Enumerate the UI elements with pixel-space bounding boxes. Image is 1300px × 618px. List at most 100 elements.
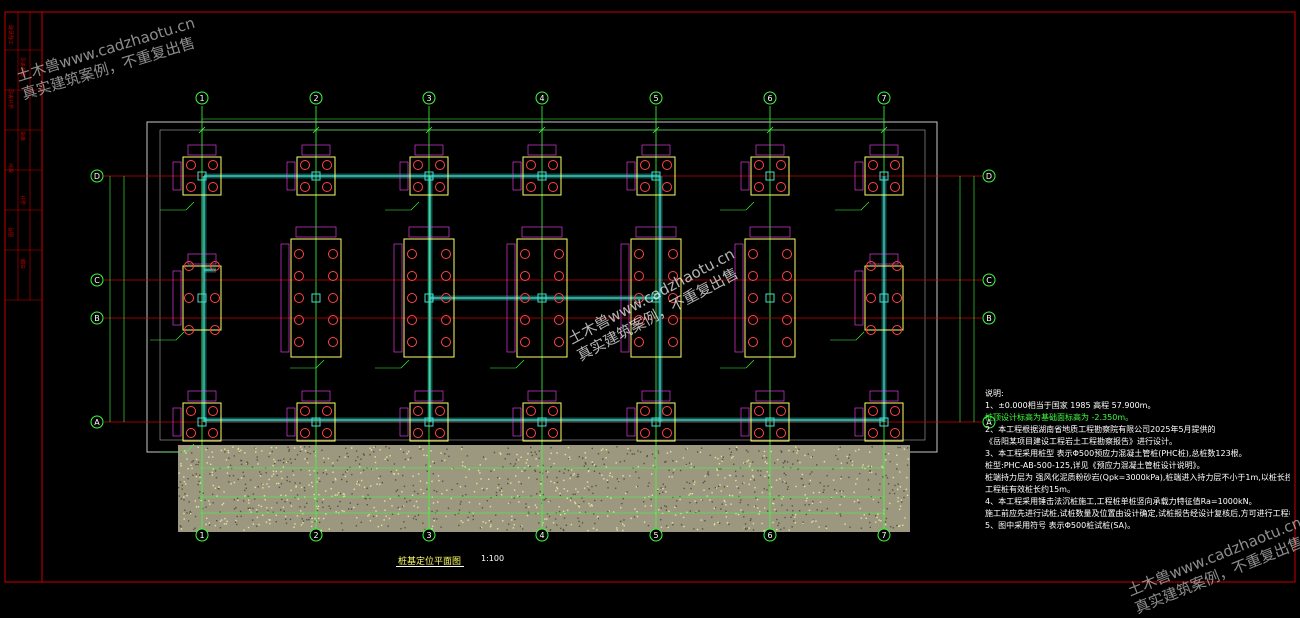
hatch-dot: [215, 519, 218, 522]
pile-marker: [407, 337, 417, 347]
hatch-dot: [417, 473, 420, 475]
hatch-dot: [566, 490, 569, 492]
hatch-dot: [317, 508, 319, 510]
hatch-dot: [848, 476, 850, 479]
pile-marker: [294, 249, 304, 259]
hatch-dot: [466, 455, 469, 457]
hatch-dot: [539, 490, 541, 493]
hatch-dot: [811, 521, 813, 523]
notes-line: 5、图中采用符号 表示Φ500桩试桩(SA)。: [985, 521, 1136, 530]
grid-bubble-label: 1: [199, 94, 204, 103]
notes-line: 工程桩有效桩长约15m。: [985, 485, 1075, 494]
hatch-dot: [223, 448, 226, 450]
hatch-dot: [260, 505, 263, 508]
hatch-dot: [433, 462, 436, 464]
hatch-dot: [228, 475, 231, 477]
hatch-dot: [788, 529, 790, 531]
hatch-dot: [346, 480, 348, 483]
hatch-dot: [345, 447, 347, 450]
hatch-dot: [733, 463, 735, 465]
hatch-dot: [784, 516, 786, 519]
hatch-dot: [877, 501, 880, 504]
hatch-dot: [212, 468, 214, 470]
hatch-dot: [798, 510, 801, 512]
hatch-dot: [602, 458, 604, 460]
hatch-dot: [899, 471, 901, 473]
hatch-dot: [288, 450, 290, 452]
hatch-dot: [224, 451, 226, 453]
hatch-dot: [823, 489, 825, 491]
hatch-dot: [369, 519, 372, 522]
hatch-dot: [257, 463, 259, 465]
hatch-dot: [249, 509, 251, 511]
hatch-dot: [592, 527, 595, 530]
hatch-dot: [794, 521, 796, 524]
hatched-area: [178, 445, 910, 532]
hatch-dot: [657, 452, 660, 454]
hatch-dot: [667, 526, 669, 529]
hatch-dot: [180, 463, 182, 465]
hatch-dot: [183, 512, 185, 515]
notes-line: 3、本工程采用桩型 表示Φ500预应力混凝土管桩(PHC桩),总桩数123根。: [985, 449, 1247, 458]
hatch-dot: [282, 461, 285, 464]
hatch-dot: [327, 457, 330, 460]
hatch-dot: [292, 470, 294, 472]
hatch-dot: [897, 446, 899, 449]
hatch-dot: [806, 497, 808, 500]
hatch-dot: [578, 520, 580, 523]
hatch-dot: [763, 507, 766, 509]
hatch-dot: [703, 480, 706, 483]
hatch-dot: [577, 491, 579, 493]
hatch-dot: [853, 500, 856, 503]
hatch-dot: [432, 472, 434, 475]
hatch-dot: [882, 476, 884, 478]
hatch-dot: [269, 452, 271, 455]
hatch-dot: [220, 519, 223, 521]
hatch-dot: [236, 497, 239, 500]
hatch-dot: [623, 524, 625, 527]
hatch-dot: [519, 525, 522, 528]
hatch-dot: [583, 500, 585, 503]
cap-dimension: [172, 270, 182, 326]
pile-marker: [554, 315, 564, 325]
hatch-dot: [612, 511, 615, 513]
hatch-dot: [255, 447, 257, 450]
hatch-dot: [542, 464, 544, 467]
hatch-dot: [280, 470, 282, 473]
hatch-dot: [796, 452, 798, 454]
hatch-dot: [740, 499, 742, 501]
hatch-dot: [183, 450, 186, 452]
grid-bubble-label: D: [986, 172, 992, 181]
hatch-dot: [892, 476, 895, 479]
hatch-dot: [797, 468, 799, 470]
hatch-dot: [765, 457, 768, 459]
pile-marker: [526, 160, 536, 170]
hatch-dot: [275, 521, 278, 523]
hatch-dot: [718, 485, 720, 487]
hatch-dot: [287, 446, 289, 448]
pile-marker: [776, 182, 786, 192]
hatch-dot: [299, 482, 301, 484]
hatch-dot: [286, 479, 288, 482]
hatch-dot: [464, 466, 466, 468]
hatch-dot: [700, 447, 703, 449]
hatch-dot: [623, 519, 625, 521]
hatch-dot: [608, 474, 611, 477]
hatch-dot: [248, 502, 250, 504]
hatch-dot: [500, 494, 503, 496]
hatch-dot: [750, 518, 752, 520]
hatch-dot: [702, 481, 705, 484]
hatch-dot: [302, 522, 304, 524]
hatch-dot: [369, 447, 371, 450]
hatch-dot: [563, 488, 565, 490]
hatch-dot: [534, 504, 537, 506]
hatch-dot: [488, 519, 491, 522]
hatch-dot: [570, 497, 572, 499]
hatch-dot: [329, 507, 332, 510]
hatch-dot: [793, 520, 795, 522]
hatch-dot: [367, 515, 369, 517]
hatch-dot: [695, 501, 698, 504]
hatch-dot: [385, 446, 387, 448]
hatch-dot: [537, 465, 539, 467]
hatch-dot: [783, 472, 786, 475]
